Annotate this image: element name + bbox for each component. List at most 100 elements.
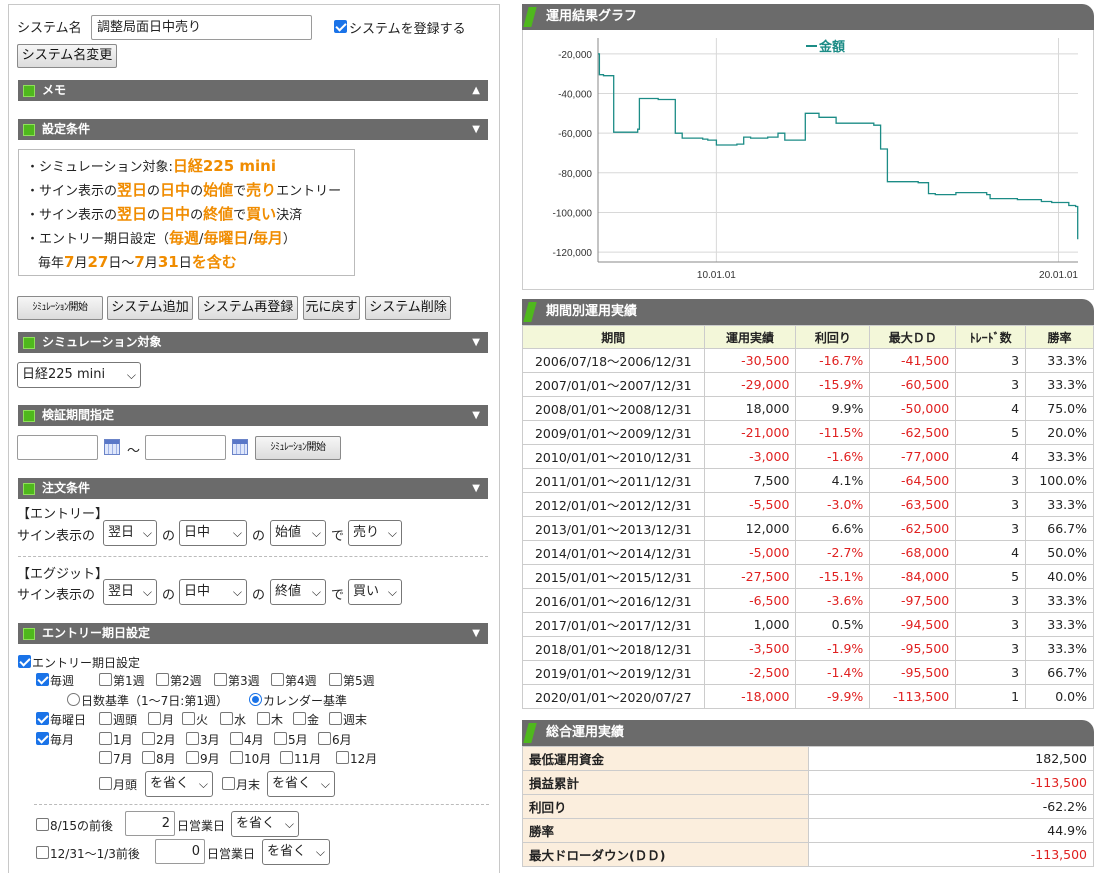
revert-button[interactable]: 元に戻す <box>303 296 360 320</box>
order-section-header[interactable]: 注文条件 ▼ <box>18 478 488 499</box>
exit-day-select[interactable]: 翌日 ⌵ <box>103 579 157 605</box>
month-6-checkbox[interactable] <box>318 732 331 745</box>
no-label: の <box>252 588 266 603</box>
cond-highlight: を含む <box>191 253 237 271</box>
cond-highlight: 終値 <box>203 205 234 223</box>
table-cell: -94,500 <box>869 612 957 637</box>
table-cell: 4.1% <box>795 468 871 493</box>
settings-section-header[interactable]: 設定条件 ▼ <box>18 119 488 140</box>
table-cell: 33.3% <box>1025 636 1094 661</box>
sim-target-select[interactable]: 日経225 mini ⌵ <box>17 362 141 388</box>
weekday-checkbox[interactable] <box>36 712 49 725</box>
table-cell: -41,500 <box>869 348 957 373</box>
delete-system-button[interactable]: システム削除 <box>365 296 451 320</box>
rename-system-button[interactable]: システム名変更 <box>17 44 117 68</box>
register-system-checkbox[interactable] <box>334 20 347 33</box>
table-cell: -77,000 <box>869 444 957 469</box>
weekday-4-checkbox[interactable] <box>257 712 270 725</box>
exit-side-select[interactable]: 買い ⌵ <box>348 579 402 605</box>
cond-text: ） <box>282 232 296 247</box>
reregister-system-button[interactable]: システム再登録 <box>198 296 298 320</box>
calendar-icon[interactable] <box>232 439 248 455</box>
entry-side-select[interactable]: 売り ⌵ <box>348 520 402 546</box>
month-10-checkbox[interactable] <box>230 751 243 764</box>
basis-calendar-radio[interactable] <box>249 693 262 706</box>
newyear-omit-select[interactable]: を省く ⌵ <box>262 839 330 865</box>
start-simulation-button[interactable]: ｼﾐｭﾚｰｼｮﾝ開始 <box>17 296 103 320</box>
obon-days-input[interactable]: 2 <box>125 811 175 836</box>
newyear-days-input[interactable]: 0 <box>155 839 205 864</box>
month-end-checkbox[interactable] <box>222 777 235 790</box>
entry-session-select[interactable]: 日中 ⌵ <box>179 520 247 546</box>
weekday-6-checkbox[interactable] <box>329 712 342 725</box>
monthly-checkbox[interactable] <box>36 732 49 745</box>
table-cell: -5,000 <box>703 540 797 565</box>
no-label: の <box>162 529 176 544</box>
expand-down-icon: ▼ <box>472 337 480 348</box>
month-5-checkbox[interactable] <box>274 732 287 745</box>
table-cell: 3 <box>955 348 1027 373</box>
legend-label: 金額 <box>818 39 845 54</box>
settings-title: 設定条件 <box>42 122 91 136</box>
week-4-checkbox[interactable] <box>271 673 284 686</box>
month-11-checkbox[interactable] <box>280 751 293 764</box>
month-8-checkbox[interactable] <box>142 751 155 764</box>
week-3-checkbox[interactable] <box>214 673 227 686</box>
weekday-2-checkbox[interactable] <box>182 712 195 725</box>
column-header: 最大ＤＤ <box>869 325 957 349</box>
weekday-0-checkbox[interactable] <box>99 712 112 725</box>
month-1-checkbox[interactable] <box>99 732 112 745</box>
month-3-checkbox[interactable] <box>186 732 199 745</box>
sim-target-section-header[interactable]: シミュレーション対象 ▼ <box>18 332 488 353</box>
cond-text: の <box>147 184 161 199</box>
week-2-checkbox[interactable] <box>156 673 169 686</box>
month-9-checkbox[interactable] <box>186 751 199 764</box>
entry-price-select[interactable]: 始値 ⌵ <box>270 520 326 546</box>
newyear-checkbox[interactable] <box>36 846 49 859</box>
period-section-header[interactable]: 検証期間指定 ▼ <box>18 405 488 426</box>
weekday-label: 毎曜日 <box>50 713 87 727</box>
month-2-checkbox[interactable] <box>142 732 155 745</box>
weekday-1-checkbox[interactable] <box>148 712 161 725</box>
cond-text: ・シミュレーション対象: <box>26 160 173 175</box>
no-label: の <box>162 588 176 603</box>
table-cell: 33.3% <box>1025 588 1094 613</box>
month-end-omit-select[interactable]: を省く ⌵ <box>267 771 335 797</box>
series-line <box>598 53 1079 240</box>
chevron-down-icon: ⌵ <box>311 526 321 540</box>
week-1-checkbox[interactable] <box>99 673 112 686</box>
month-7-checkbox[interactable] <box>99 751 112 764</box>
obon-omit-select[interactable]: を省く ⌵ <box>231 811 299 837</box>
week-5-label: 第5週 <box>343 674 375 688</box>
table-cell: -18,000 <box>703 684 797 709</box>
obon-checkbox[interactable] <box>36 818 49 831</box>
weekday-5-checkbox[interactable] <box>293 712 306 725</box>
entry-day-select[interactable]: 翌日 ⌵ <box>103 520 157 546</box>
table-cell: 2011/01/01～2011/12/31 <box>522 468 705 493</box>
month-start-omit-select[interactable]: を省く ⌵ <box>145 771 213 797</box>
memo-section-header[interactable]: メモ ▲ <box>18 80 488 101</box>
system-name-input[interactable]: 調整局面日中売り <box>91 15 312 40</box>
week-5-checkbox[interactable] <box>329 673 342 686</box>
period-end-input[interactable] <box>145 435 226 460</box>
period-start-simulation-button[interactable]: ｼﾐｭﾚｰｼｮﾝ開始 <box>255 436 341 460</box>
weekday-3-checkbox[interactable] <box>220 712 233 725</box>
add-system-button[interactable]: システム追加 <box>107 296 193 320</box>
exit-price-select[interactable]: 終値 ⌵ <box>270 579 326 605</box>
month-start-checkbox[interactable] <box>99 777 112 790</box>
entry-date-section-header[interactable]: エントリー期日設定 ▼ <box>18 623 488 644</box>
month-4-checkbox[interactable] <box>230 732 243 745</box>
entry-day-value: 翌日 <box>108 525 135 540</box>
table-cell: -6,500 <box>703 588 797 613</box>
basis-days-radio[interactable] <box>67 693 80 706</box>
exit-session-select[interactable]: 日中 ⌵ <box>179 579 247 605</box>
calendar-icon[interactable] <box>104 439 120 455</box>
period-start-input[interactable] <box>17 435 98 460</box>
y-tick-label: -100,000 <box>553 208 593 219</box>
weekly-checkbox[interactable] <box>36 673 49 686</box>
entry-date-title: エントリー期日設定 <box>42 626 151 640</box>
table-cell: 5 <box>955 564 1027 589</box>
column-header: 利回り <box>795 325 871 349</box>
entry-date-checkbox[interactable] <box>18 655 31 668</box>
month-12-checkbox[interactable] <box>336 751 349 764</box>
